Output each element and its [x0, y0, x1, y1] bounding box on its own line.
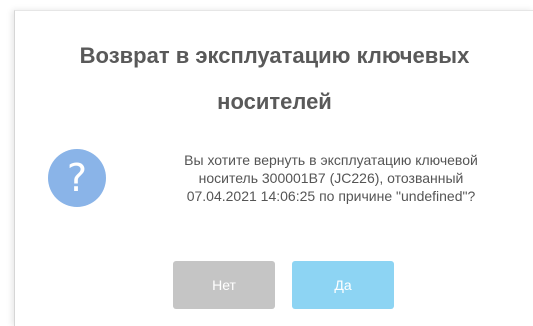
question-icon: ? [48, 149, 106, 207]
yes-button[interactable]: Да [292, 261, 394, 309]
dialog-title: Возврат в эксплуатацию ключевых носителе… [79, 43, 470, 114]
no-button[interactable]: Нет [173, 261, 275, 309]
confirm-dialog: Возврат в эксплуатацию ключевых носителе… [14, 10, 533, 326]
dialog-message: Вы хотите вернуть в эксплуатацию ключево… [184, 152, 478, 204]
